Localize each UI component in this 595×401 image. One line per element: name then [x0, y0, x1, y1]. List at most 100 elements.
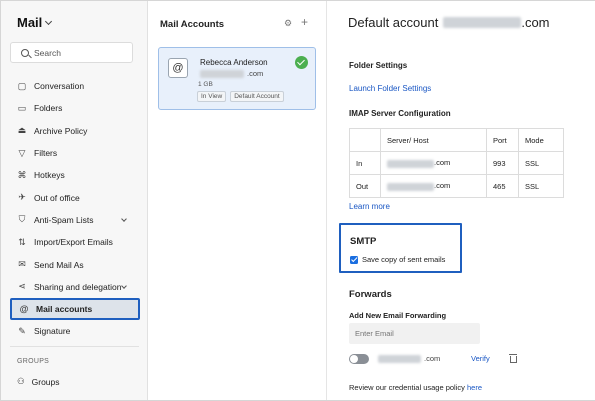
default-badge: Default Account [230, 91, 284, 102]
policy-link[interactable]: here [467, 383, 482, 392]
forward-toggle[interactable] [349, 354, 369, 364]
sidebar-item-label: Mail accounts [36, 304, 93, 315]
table-header: Server/ Host [380, 128, 487, 152]
sidebar-item-filters[interactable]: ▽ Filters [10, 142, 140, 164]
save-sent-copy-checkbox[interactable]: Save copy of sent emails [350, 255, 445, 264]
panel-title: Mail Accounts [160, 19, 225, 30]
sidebar-item-signature[interactable]: ✎ Signature [10, 320, 140, 342]
chevron-down-icon [121, 215, 127, 222]
forward-email-input[interactable] [349, 323, 480, 344]
status-badge: In View [197, 91, 227, 102]
sidebar-item-out-of-office[interactable]: ✈ Out of office [10, 186, 140, 208]
settings-nav: ▢ Conversation ▭ Folders ⏏ Archive Polic… [10, 75, 140, 343]
shield-icon: ⛉ [18, 214, 26, 225]
table-header-row: Server/ Host Port Mode [349, 128, 564, 152]
add-icon[interactable]: + [301, 15, 308, 29]
search-input[interactable]: Search [10, 42, 133, 63]
chevron-down-icon [45, 17, 53, 25]
imap-heading: IMAP Server Configuration [349, 109, 451, 118]
sidebar-item-label: Folders [34, 103, 63, 114]
launch-folder-settings-link[interactable]: Launch Folder Settings [349, 84, 431, 93]
smtp-title: SMTP [350, 236, 377, 247]
sidebar-item-mail-accounts[interactable]: @ Mail accounts [10, 297, 140, 321]
account-name: Rebecca Anderson [200, 58, 268, 67]
redacted-email [200, 70, 244, 78]
title-suffix: .com [521, 15, 550, 30]
policy-text: Review our credential usage policy here [349, 383, 482, 392]
account-badges: In View Default Account [197, 91, 284, 102]
forward-entry: .com Verify [349, 353, 549, 367]
sidebar-item-hotkeys[interactable]: ⌘ Hotkeys [10, 164, 140, 186]
sidebar-item-label: Archive Policy [34, 125, 88, 136]
table-cell: 993 [486, 151, 519, 175]
trash-icon[interactable] [509, 353, 517, 363]
sidebar-item-sharing-delegation[interactable]: ⋖ Sharing and delegation [10, 276, 140, 298]
at-icon: @ [168, 58, 188, 78]
redacted-email [443, 17, 522, 28]
groups-icon: ⚇ [17, 376, 25, 386]
at-icon: @ [19, 304, 29, 315]
verify-link[interactable]: Verify [471, 354, 490, 363]
forwards-heading: Forwards [349, 289, 392, 300]
redacted-email [378, 355, 421, 363]
app-window: Mail Search ▢ Conversation ▭ Folders ⏏ A… [0, 0, 595, 401]
sidebar-item-folders[interactable]: ▭ Folders [10, 97, 140, 119]
smtp-section: SMTP Save copy of sent emails [339, 223, 462, 273]
sidebar-item-label: Anti-Spam Lists [34, 214, 94, 225]
table-cell: Out [349, 174, 381, 198]
redacted-host [387, 182, 434, 191]
gear-icon[interactable]: ⚙ [284, 18, 292, 29]
sidebar-item-label: Groups [31, 376, 60, 387]
sidebar-item-label: Sharing and delegation [34, 281, 122, 292]
account-email-tld: .com [247, 69, 264, 78]
signature-icon: ✎ [18, 325, 26, 336]
sidebar-item-groups[interactable]: ⚇ Groups [17, 376, 60, 387]
sidebar-item-anti-spam-lists[interactable]: ⛉ Anti-Spam Lists [10, 209, 140, 231]
check-circle-icon [295, 56, 308, 69]
learn-more-link[interactable]: Learn more [349, 202, 390, 211]
folder-icon: ▭ [17, 102, 27, 113]
sidebar-item-label: Signature [34, 326, 71, 337]
sidebar-item-label: Filters [34, 148, 58, 159]
archive-icon: ⏏ [17, 125, 27, 136]
table-row: In .com 993 SSL [349, 151, 564, 175]
table-cell: 465 [486, 174, 519, 198]
command-icon: ⌘ [17, 169, 27, 180]
sidebar-item-send-mail-as[interactable]: ✉ Send Mail As [10, 253, 140, 275]
table-cell: .com [380, 174, 487, 198]
out-of-office-icon: ✈ [18, 192, 26, 203]
sidebar-item-import-export[interactable]: ⇅ Import/Export Emails [10, 231, 140, 253]
share-icon: ⋖ [18, 281, 26, 292]
settings-sidebar: Mail Search ▢ Conversation ▭ Folders ⏏ A… [1, 1, 148, 400]
account-card[interactable]: @ Rebecca Anderson .com 1 GB In View Def… [158, 47, 316, 110]
page-title: Default account .com [348, 15, 550, 30]
account-detail: Default account .com Folder Settings Lau… [327, 1, 595, 400]
table-row: Out .com 465 SSL [349, 174, 564, 198]
host-tld: .com [434, 158, 451, 168]
checkbox-checked-icon [350, 255, 358, 264]
folder-settings-heading: Folder Settings [349, 61, 408, 70]
search-placeholder: Search [34, 47, 61, 58]
sidebar-divider [10, 346, 139, 347]
table-header: Mode [518, 128, 564, 152]
sidebar-item-label: Send Mail As [34, 259, 84, 270]
sidebar-item-label: Conversation [34, 81, 85, 92]
filter-icon: ▽ [18, 147, 26, 158]
search-icon [21, 48, 29, 57]
table-cell: SSL [518, 151, 564, 175]
table-cell: SSL [518, 174, 564, 198]
conversation-icon: ▢ [17, 80, 27, 91]
account-size: 1 GB [198, 81, 213, 88]
table-cell: In [349, 151, 381, 175]
policy-label: Review our credential usage policy [349, 383, 465, 392]
sidebar-item-conversation[interactable]: ▢ Conversation [10, 75, 140, 97]
title-prefix: Default account [348, 15, 439, 30]
checkbox-label: Save copy of sent emails [362, 255, 446, 264]
send-mail-icon: ✉ [18, 259, 26, 270]
table-cell: .com [380, 151, 487, 175]
add-forwarding-heading: Add New Email Forwarding [349, 311, 447, 320]
table-header [349, 128, 381, 152]
app-switcher[interactable]: Mail [17, 15, 53, 30]
mail-accounts-panel: Mail Accounts ⚙ + @ Rebecca Anderson .co… [148, 1, 327, 400]
sidebar-item-archive-policy[interactable]: ⏏ Archive Policy [10, 120, 140, 142]
